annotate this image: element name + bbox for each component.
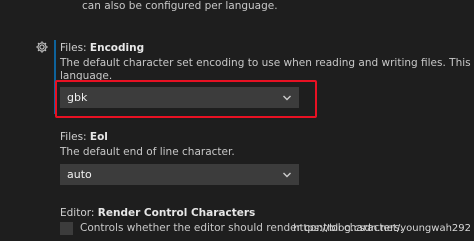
setting-name: Encoding <box>89 42 145 54</box>
render-control-characters-checkbox[interactable] <box>60 222 73 235</box>
previous-setting-description: can also be configured per language. <box>82 0 278 12</box>
chevron-down-icon <box>283 172 291 178</box>
setting-category: Editor: <box>60 207 98 219</box>
encoding-select-value: gbk <box>67 91 88 104</box>
eol-select[interactable]: auto <box>60 164 299 185</box>
encoding-select[interactable]: gbk <box>60 87 299 108</box>
watermark: https://blog.csdn.net/youngwah292 <box>293 223 471 234</box>
setting-category: Files: <box>60 42 90 54</box>
setting-title: Editor: Render Control Characters <box>60 207 255 220</box>
setting-category: Files: <box>60 131 90 143</box>
setting-description-line1: The default character set encoding to us… <box>60 57 474 69</box>
settings-editor: can also be configured per language. Fil… <box>0 0 474 241</box>
chevron-down-icon <box>283 95 291 101</box>
eol-select-value: auto <box>67 168 92 181</box>
gear-icon[interactable] <box>35 40 49 54</box>
setting-name: Eol <box>89 131 108 143</box>
setting-title: Files: Encoding <box>60 42 144 55</box>
setting-description: The default end of line character. <box>60 146 235 158</box>
setting-name: Render Control Characters <box>97 207 256 219</box>
setting-title: Files: Eol <box>60 131 108 144</box>
